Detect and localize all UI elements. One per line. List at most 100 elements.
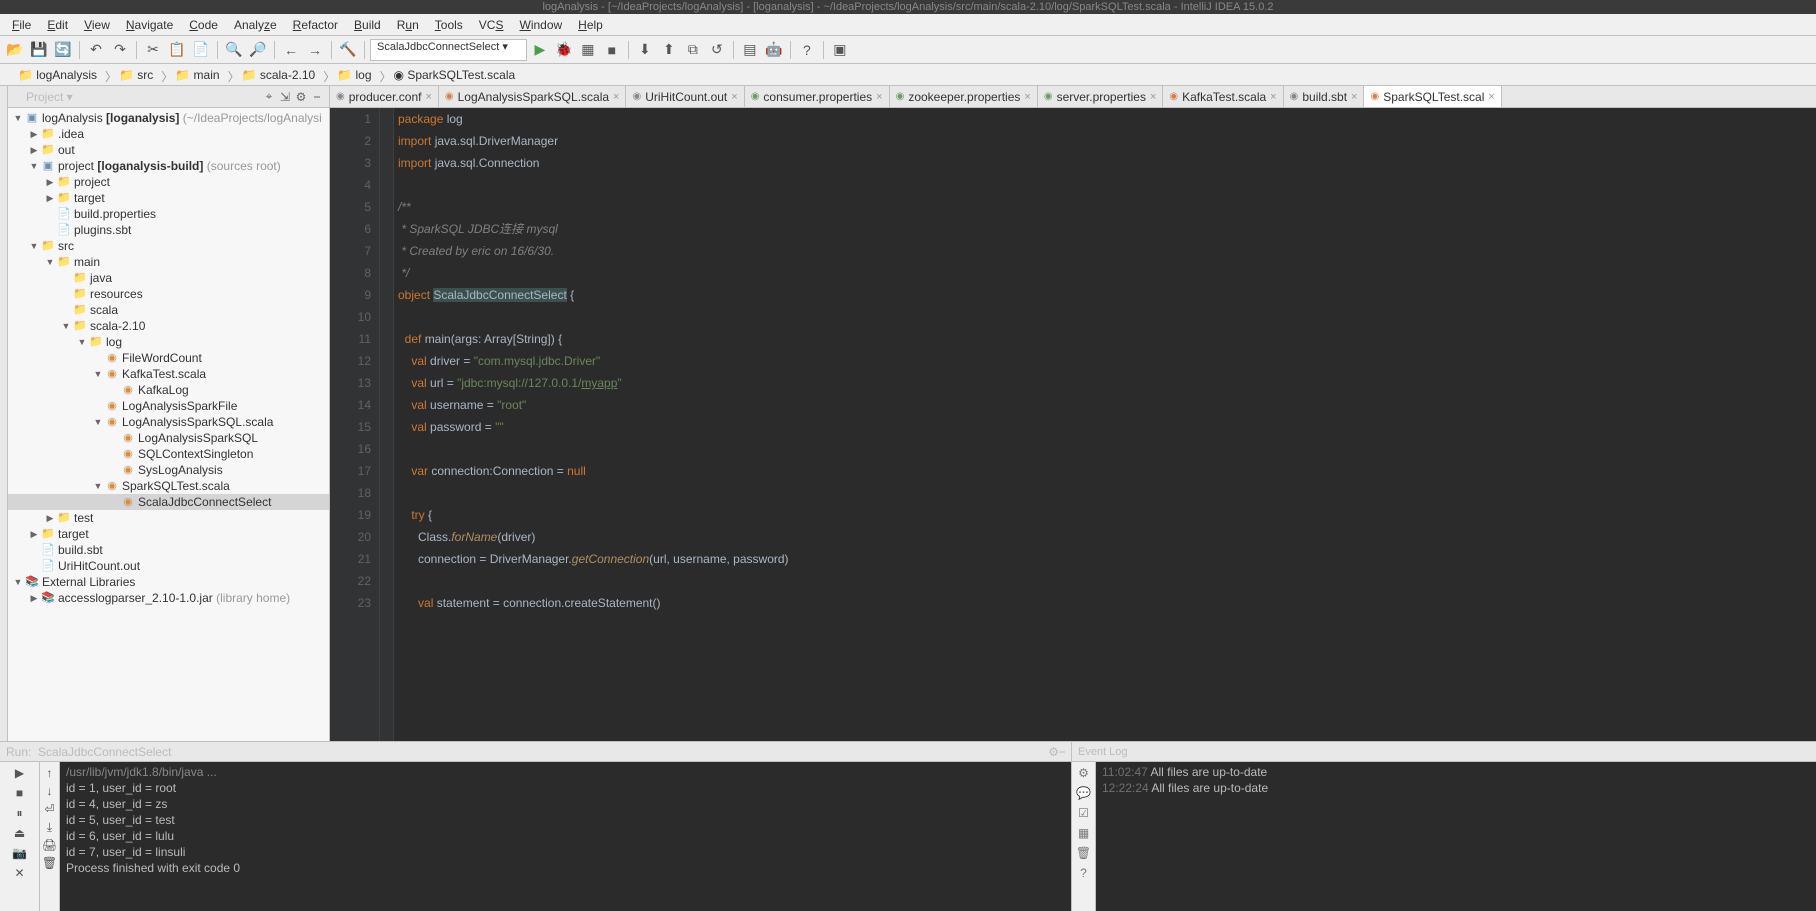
close-tab-icon[interactable]: × [731,91,737,103]
run-tab[interactable]: ScalaJdbcConnectSelect [38,745,171,759]
event-log-content[interactable]: 11:02:47 All files are up-to-date12:22:2… [1096,762,1816,911]
replace-icon[interactable]: 🔎 [247,39,269,61]
breadcrumb-bar: 📁 logAnalysis 📁 src 📁 main 📁 scala-2.10 … [0,64,1816,86]
run-side-toolbar: ▶ ■ ⏸ ⏏ 📷 ✕ [0,762,40,911]
run-config-select[interactable]: ScalaJdbcConnectSelect ▾ [370,39,527,61]
stop-run-icon[interactable]: ■ [11,784,29,802]
editor-tab[interactable]: ◉LogAnalysisSparkSQL.scala× [439,86,627,107]
code-editor[interactable]: 1234567891011121314151617181920212223 pa… [330,108,1816,741]
paste-icon[interactable]: 📄 [190,39,212,61]
help-icon[interactable]: ? [796,39,818,61]
coverage-icon[interactable]: ▦ [577,39,599,61]
editor-tab[interactable]: ◉build.sbt× [1284,86,1365,107]
crumb-1[interactable]: 📁 src [105,67,161,83]
open-icon[interactable]: 📂 [4,39,26,61]
editor-tab[interactable]: ◉UriHitCount.out× [626,86,744,107]
crumb-2[interactable]: 📁 main [161,67,227,83]
left-tool-stripe[interactable] [0,86,8,741]
event-log-header: Event Log [1072,742,1816,762]
gear-icon[interactable]: ⚙ [293,90,309,104]
run-console[interactable]: /usr/lib/jvm/jdk1.8/bin/java ...id = 1, … [60,762,1071,911]
back-icon[interactable]: ← [280,39,302,61]
event-filter-icon[interactable]: ▦ [1075,824,1093,842]
editor-tab[interactable]: ◉KafkaTest.scala× [1163,86,1283,107]
cut-icon[interactable]: ✂ [142,39,164,61]
stop-icon[interactable]: ■ [601,39,623,61]
run-hide-icon[interactable]: ⎯ [1059,744,1065,759]
menu-tools[interactable]: Tools [427,16,471,34]
scroll-from-source-icon[interactable]: ⌖ [261,89,277,104]
close-tab-icon[interactable]: × [613,91,619,103]
up-icon[interactable]: ↑ [41,764,59,782]
event-help-icon[interactable]: ? [1075,864,1093,882]
menu-view[interactable]: View [76,16,118,34]
main-toolbar: 📂 💾 🔄 ↶ ↷ ✂ 📋 📄 🔍 🔎 ← → 🔨 ScalaJdbcConne… [0,36,1816,64]
close-run-icon[interactable]: ✕ [11,864,29,882]
menu-analyze[interactable]: Analyze [226,16,285,34]
menu-build[interactable]: Build [346,16,389,34]
sbt-icon[interactable]: ▣ [829,39,851,61]
menu-help[interactable]: Help [570,16,611,34]
clear-icon[interactable]: 🗑 [41,854,59,872]
exit-icon[interactable]: ⏏ [11,824,29,842]
menu-vcs[interactable]: VCS [471,16,512,34]
crumb-0[interactable]: 📁 logAnalysis [4,67,105,83]
print-icon[interactable]: 🖨 [41,836,59,854]
android-icon[interactable]: 🤖 [763,39,785,61]
hide-icon[interactable]: ⎯ [309,89,325,104]
save-icon[interactable]: 💾 [28,39,50,61]
fold-gutter[interactable] [380,108,394,741]
code-content[interactable]: package logimport java.sql.DriverManager… [394,108,1816,741]
editor-tab[interactable]: ◉producer.conf× [330,86,439,107]
scroll-end-icon[interactable]: ⤓ [41,818,59,836]
down-icon[interactable]: ↓ [41,782,59,800]
forward-icon[interactable]: → [304,39,326,61]
redo-icon[interactable]: ↷ [109,39,131,61]
menu-window[interactable]: Window [511,16,570,34]
menu-run[interactable]: Run [389,16,427,34]
editor-tab[interactable]: ◉SparkSQLTest.scal× [1364,86,1501,107]
close-tab-icon[interactable]: × [1150,91,1156,103]
dump-icon[interactable]: 📷 [11,844,29,862]
structure-icon[interactable]: ▤ [739,39,761,61]
vcs-update-icon[interactable]: ⬇ [634,39,656,61]
crumb-3[interactable]: 📁 scala-2.10 [228,67,324,83]
close-tab-icon[interactable]: × [1351,91,1357,103]
refresh-icon[interactable]: 🔄 [52,39,74,61]
vcs-revert-icon[interactable]: ↺ [706,39,728,61]
soft-wrap-icon[interactable]: ⏎ [41,800,59,818]
debug-icon[interactable]: 🐞 [553,39,575,61]
menu-file[interactable]: File [4,16,39,34]
crumb-4[interactable]: 📁 log [323,67,379,83]
run-icon[interactable]: ▶ [529,39,551,61]
event-mark-icon[interactable]: ☑ [1075,804,1093,822]
find-icon[interactable]: 🔍 [223,39,245,61]
run-gear-icon[interactable]: ⚙ [1048,745,1059,759]
crumb-5[interactable]: ◉ SparkSQLTest.scala [380,67,524,83]
collapse-all-icon[interactable]: ⇲ [277,90,293,104]
close-tab-icon[interactable]: × [1024,91,1030,103]
vcs-commit-icon[interactable]: ⬆ [658,39,680,61]
close-tab-icon[interactable]: × [1270,91,1276,103]
close-tab-icon[interactable]: × [1488,91,1494,103]
project-tree[interactable]: ▼▣logAnalysis [loganalysis] (~/IdeaProje… [8,108,329,741]
undo-icon[interactable]: ↶ [85,39,107,61]
event-settings-icon[interactable]: ⚙ [1075,764,1093,782]
editor-tab[interactable]: ◉zookeeper.properties× [890,86,1038,107]
editor-tab[interactable]: ◉consumer.properties× [745,86,890,107]
event-clear-icon[interactable]: 🗑 [1075,844,1093,862]
editor-tab[interactable]: ◉server.properties× [1038,86,1164,107]
menu-navigate[interactable]: Navigate [118,16,181,34]
vcs-history-icon[interactable]: ⧉ [682,39,704,61]
menu-refactor[interactable]: Refactor [285,16,346,34]
project-view-selector[interactable]: Project ▾ [12,90,261,104]
close-tab-icon[interactable]: × [425,91,431,103]
menu-code[interactable]: Code [181,16,226,34]
pause-icon[interactable]: ⏸ [11,804,29,822]
menu-edit[interactable]: Edit [39,16,76,34]
rerun-icon[interactable]: ▶ [11,764,29,782]
copy-icon[interactable]: 📋 [166,39,188,61]
event-balloon-icon[interactable]: 💬 [1075,784,1093,802]
build-icon[interactable]: 🔨 [337,39,359,61]
close-tab-icon[interactable]: × [876,91,882,103]
